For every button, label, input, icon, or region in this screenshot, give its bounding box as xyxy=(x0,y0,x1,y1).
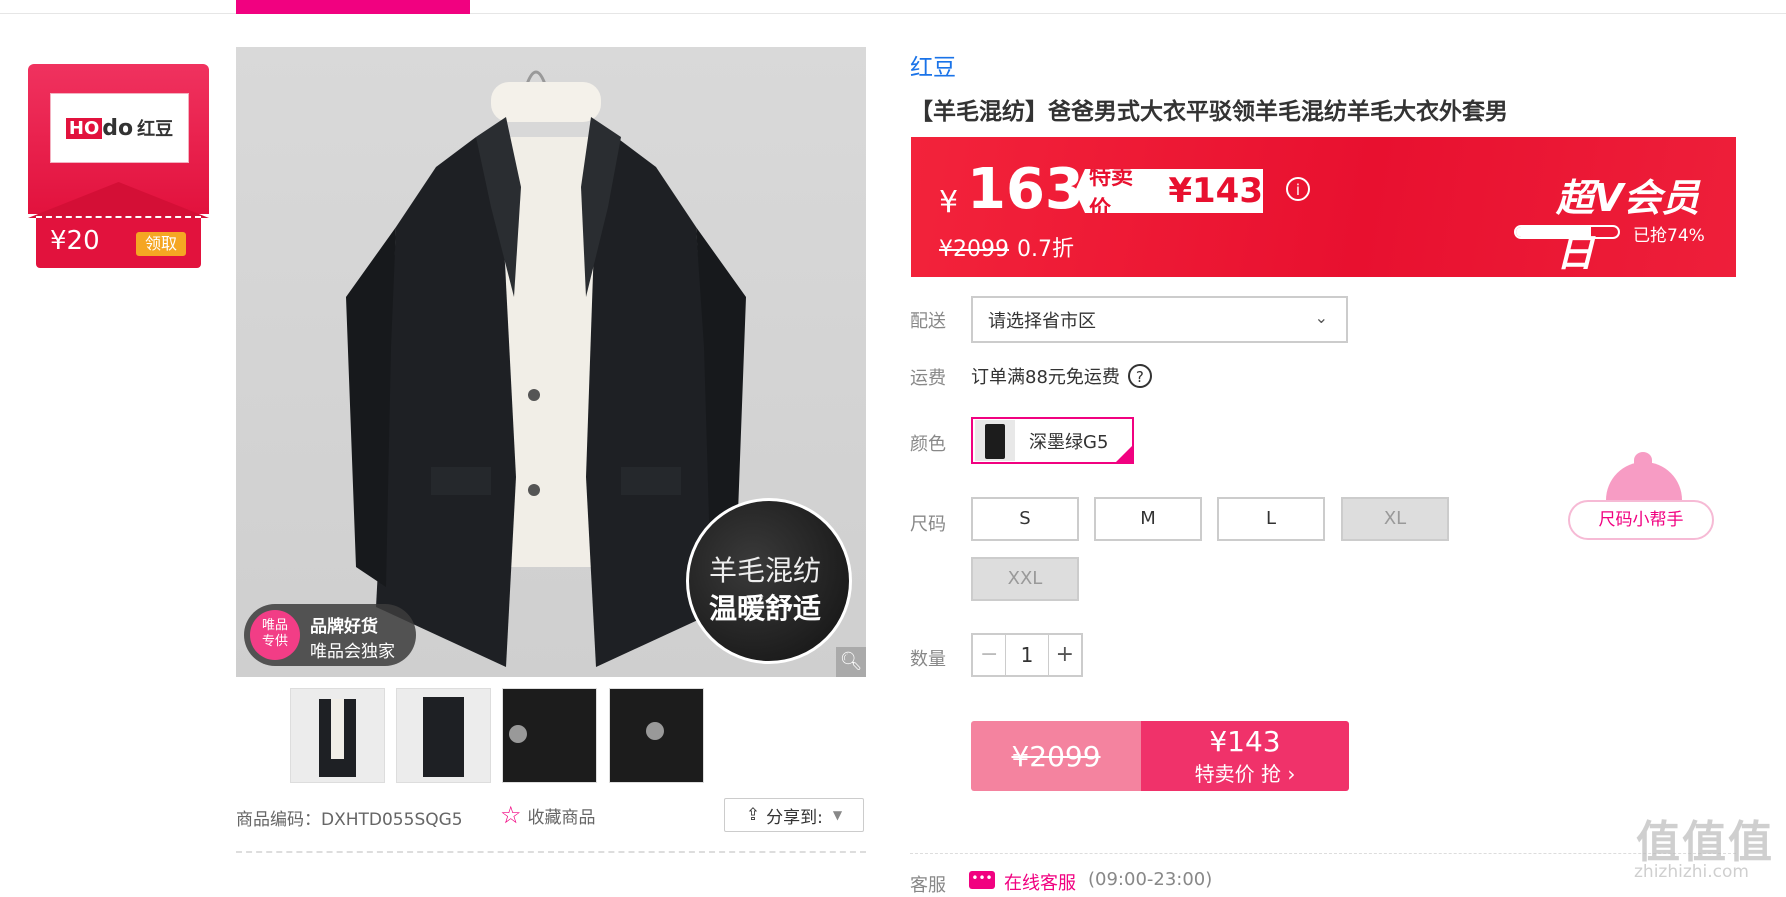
badge-title: 品牌好货 xyxy=(310,617,378,637)
star-icon: ☆ xyxy=(500,801,522,829)
freight-label: 运费 xyxy=(910,368,946,389)
online-service-link[interactable]: 在线客服 xyxy=(1004,869,1076,895)
coupon-amount: ¥20 xyxy=(50,226,100,256)
sales-progress-text: 已抢74% xyxy=(1633,226,1705,246)
size-label: 尺码 xyxy=(910,514,946,535)
material-badge-line2: 温暖舒适 xyxy=(709,592,822,625)
color-label: 颜色 xyxy=(910,434,946,455)
chat-icon: ••• xyxy=(969,871,995,889)
special-price-tag: 特卖价 ¥143 xyxy=(1075,169,1263,213)
sales-progress-bar xyxy=(1514,225,1620,239)
help-icon[interactable]: ? xyxy=(1127,364,1152,388)
right-divider xyxy=(910,853,1736,854)
share-dropdown[interactable]: ⇪ 分享到: ▼ xyxy=(724,798,864,832)
service-label: 客服 xyxy=(910,875,946,896)
price-banner: ¥ 163 特卖价 ¥143 i ¥2099 0.7折 超V会员日 已抢74% xyxy=(911,137,1736,277)
quantity-label: 数量 xyxy=(910,649,946,670)
thumbnail-3[interactable] xyxy=(502,688,597,783)
material-badge: 羊毛混纺 温暖舒适 xyxy=(686,498,852,664)
thumbnail-2[interactable] xyxy=(396,688,491,783)
buy-special-price[interactable]: ¥143 特卖价 抢 › xyxy=(1141,721,1349,791)
current-price: 163 xyxy=(967,157,1084,222)
delivery-label: 配送 xyxy=(910,311,946,332)
size-option-xl[interactable]: XL xyxy=(1341,497,1449,541)
color-thumbnail xyxy=(975,420,1015,461)
size-helper-button[interactable]: 尺码小帮手 xyxy=(1568,500,1714,540)
check-icon xyxy=(1114,444,1134,464)
thumbnail-4[interactable] xyxy=(609,688,704,783)
zoom-icon[interactable]: 🔍︎ xyxy=(836,647,866,677)
share-icon: ⇪ xyxy=(745,805,761,825)
coupon-curve-decoration xyxy=(28,182,209,218)
watermark: 值值值 xyxy=(1636,817,1774,868)
buy-button[interactable]: ¥2099 ¥143 特卖价 抢 › xyxy=(971,721,1349,791)
currency-symbol: ¥ xyxy=(939,185,959,220)
brand-logo: HO do 红豆 xyxy=(50,93,189,163)
coupon-claim-button[interactable]: 领取 xyxy=(136,232,186,256)
brand-link[interactable]: 红豆 xyxy=(910,48,956,82)
exclusive-badge: 唯品 专供 品牌好货 唯品会独家 xyxy=(244,604,416,666)
size-option-xxl[interactable]: XXL xyxy=(971,557,1079,601)
region-select[interactable]: 请选择省市区 ⌄ xyxy=(971,296,1348,343)
quantity-stepper[interactable]: − 1 + xyxy=(971,633,1083,677)
coupon-footer: ¥20 领取 xyxy=(36,218,201,268)
freight-info: 订单满88元免运费? xyxy=(971,363,1152,389)
minus-button[interactable]: − xyxy=(973,635,1007,675)
exclusive-badge-icon: 唯品 专供 xyxy=(250,610,300,660)
product-code: 商品编码：DXHTD055SQG5 xyxy=(236,810,463,830)
coupon-header: HO do 红豆 xyxy=(28,64,209,218)
info-icon[interactable]: i xyxy=(1286,177,1310,201)
buy-original-price: ¥2099 xyxy=(971,721,1141,791)
plus-button[interactable]: + xyxy=(1047,635,1081,675)
size-option-s[interactable]: S xyxy=(971,497,1079,541)
watermark-url: zhizhizhi.com xyxy=(1634,862,1749,882)
chevron-down-icon: ⌄ xyxy=(1314,308,1328,327)
favorite-button[interactable]: ☆ 收藏商品 xyxy=(500,801,596,829)
brand-coupon[interactable]: HO do 红豆 ¥20 领取 xyxy=(28,64,209,269)
material-badge-line1: 羊毛混纺 xyxy=(709,554,822,587)
product-main-image[interactable]: 唯品 专供 品牌好货 唯品会独家 羊毛混纺 温暖舒适 🔍︎ xyxy=(236,47,866,677)
active-tab-indicator xyxy=(236,0,470,14)
service-hours: (09:00-23:00) xyxy=(1088,869,1213,890)
product-title: 【羊毛混纺】爸爸男式大衣平驳领羊毛混纺羊毛大衣外套男 xyxy=(910,99,1508,125)
quantity-value[interactable]: 1 xyxy=(1006,635,1047,675)
badge-subtitle: 唯品会独家 xyxy=(310,642,395,662)
original-price: ¥2099 0.7折 xyxy=(939,237,1074,262)
thumbnail-1[interactable] xyxy=(290,688,385,783)
caret-down-icon: ▼ xyxy=(832,808,843,822)
size-option-m[interactable]: M xyxy=(1094,497,1202,541)
size-option-l[interactable]: L xyxy=(1217,497,1325,541)
color-option-selected[interactable]: 深墨绿G5 xyxy=(971,417,1134,464)
left-divider xyxy=(236,851,866,853)
